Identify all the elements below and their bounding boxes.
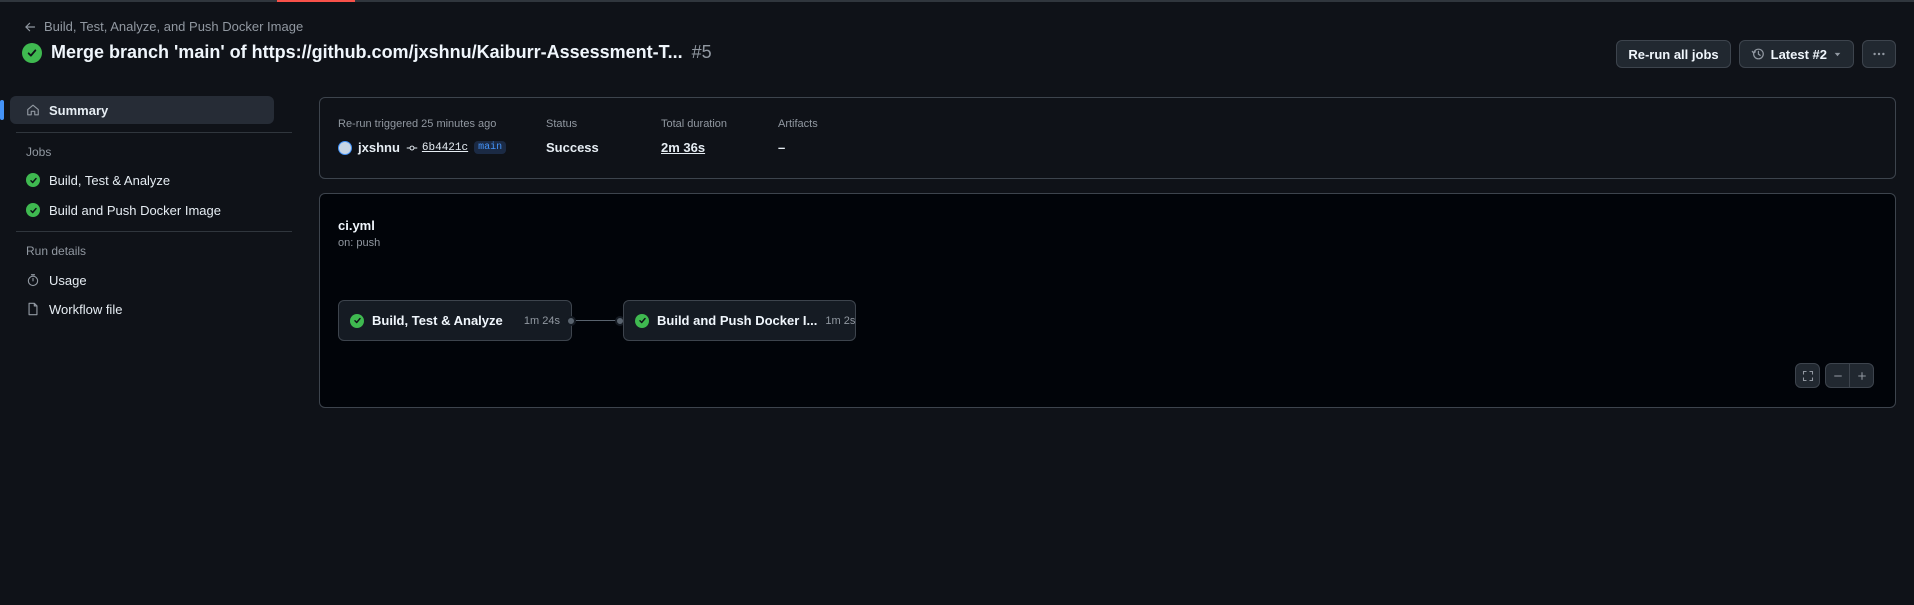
stopwatch-icon [27,274,39,287]
job-duration: 1m 24s [523,314,560,327]
top-border [0,0,1914,2]
zoom-out-button[interactable] [1825,363,1850,388]
screen-full-icon [1802,370,1813,381]
avatar[interactable] [338,140,352,155]
artifacts-value: – [778,140,786,155]
commit-link[interactable]: 6b4421c [406,142,468,154]
home-icon [27,104,39,116]
more-options-button[interactable] [1862,40,1896,68]
sidebar-item-job-build-test-analyze[interactable]: Build, Test & Analyze [10,166,274,194]
job-card-build-test-analyze[interactable]: Build, Test & Analyze 1m 24s [338,300,572,341]
trigger-column: Re-run triggered 25 minutes ago jxshnu 6… [338,118,507,155]
status-value: Success [546,140,599,155]
workflow-graph-panel: ci.yml on: push Build, Test & Analyze 1m… [319,193,1896,408]
trigger-label: Re-run triggered 25 minutes ago [338,118,497,130]
page-title-row: Merge branch 'main' of https://github.co… [22,42,712,63]
job-connector-line [576,320,620,321]
history-icon [1751,48,1764,60]
sidebar-divider [16,231,292,232]
file-icon [28,302,38,316]
status-label: Status [546,118,578,130]
sidebar-item-workflow-file[interactable]: Workflow file [10,295,274,323]
back-link[interactable]: Build, Test, Analyze, and Push Docker Im… [24,19,303,34]
duration-label: Total duration [661,118,728,130]
job-name: Build and Push Docker I... [657,313,818,328]
sidebar-heading-jobs: Jobs [26,145,52,159]
job-name: Build, Test & Analyze [372,313,503,328]
zoom-in-button[interactable] [1849,363,1874,388]
trigger-details: jxshnu 6b4421c main [338,140,507,155]
sidebar-heading-run-details: Run details [26,244,87,258]
sidebar-item-label: Build and Push Docker Image [49,202,221,218]
attempt-select-button[interactable]: Latest #2 [1738,40,1854,68]
sidebar-item-workflow-file-label: Workflow file [49,301,123,317]
workflow-file-name: ci.yml [338,218,375,233]
rerun-all-jobs-button[interactable]: Re-run all jobs [1616,40,1731,68]
sidebar-item-usage-label: Usage [49,272,87,288]
status-column: Status Success [546,118,599,155]
plus-icon [1857,371,1866,380]
success-check-icon [22,42,42,63]
sidebar-item-label: Build, Test & Analyze [49,172,171,188]
sidebar-item-summary[interactable]: Summary [0,96,274,124]
artifacts-column: Artifacts – [778,118,818,155]
git-commit-icon [406,145,418,150]
arrow-left-icon [25,22,36,31]
attempt-select-label: Latest #2 [1770,46,1827,62]
branch-badge[interactable]: main [474,141,507,154]
sidebar-item-summary-label: Summary [49,102,109,118]
commit-sha: 6b4421c [421,141,469,154]
success-check-icon [26,173,40,187]
header-actions: Re-run all jobs Latest #2 [1616,40,1896,68]
caret-down-icon [1834,52,1841,56]
duration-column: Total duration 2m 36s [661,118,727,155]
success-check-icon [26,203,40,217]
sidebar-item-job-build-push-docker[interactable]: Build and Push Docker Image [10,196,274,224]
page-title: Merge branch 'main' of https://github.co… [51,42,683,62]
success-check-icon [350,313,364,328]
artifacts-label: Artifacts [778,118,818,130]
job-card-build-push-docker[interactable]: Build and Push Docker I... 1m 2s [623,300,856,341]
actor-link[interactable]: jxshnu [358,140,400,155]
success-check-icon [635,313,649,328]
job-duration: 1m 2s [825,314,856,327]
kebab-horizontal-icon [1873,52,1885,56]
rerun-all-jobs-label: Re-run all jobs [1628,46,1719,62]
sidebar: Summary Jobs Build, Test & Analyze Build… [0,96,292,323]
job-connector-handle [566,316,576,326]
run-number: #5 [691,42,712,62]
top-accent [277,0,355,2]
back-link-label: Build, Test, Analyze, and Push Docker Im… [44,19,304,34]
duration-link[interactable]: 2m 36s [661,140,727,155]
fullscreen-button[interactable] [1795,363,1820,388]
workflow-trigger: on: push [338,237,381,249]
sidebar-item-usage[interactable]: Usage [10,266,274,294]
run-summary-panel: Re-run triggered 25 minutes ago jxshnu 6… [319,97,1896,179]
sidebar-divider [16,132,292,133]
minus-icon [1833,374,1842,377]
